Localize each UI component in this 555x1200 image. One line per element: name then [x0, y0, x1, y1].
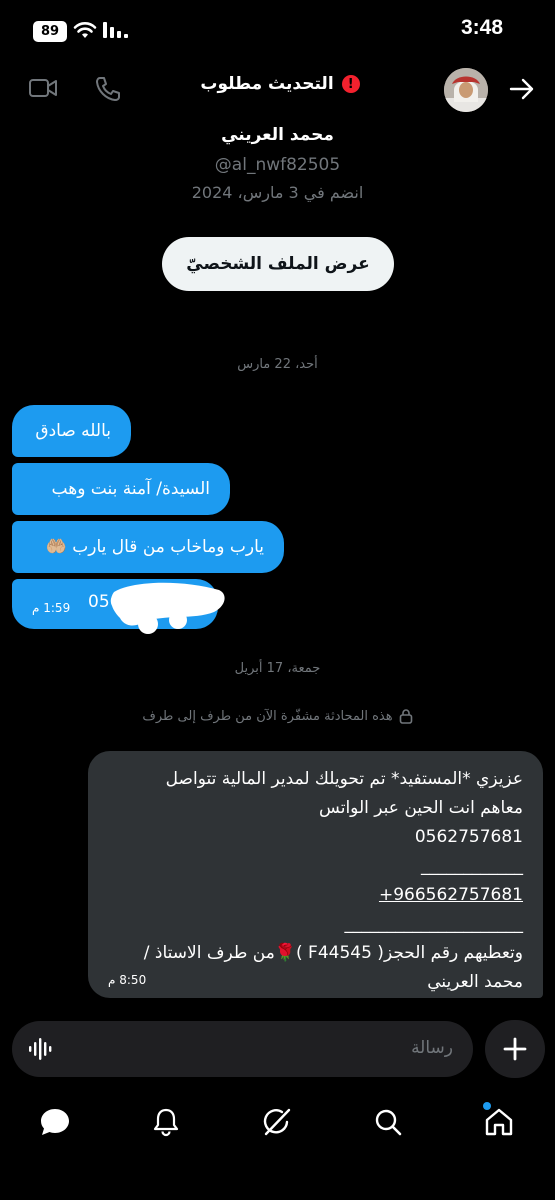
bell-icon [153, 1108, 179, 1137]
message-time: 1:59 م [32, 601, 71, 615]
add-attachment-button[interactable] [485, 1020, 545, 1078]
video-call-icon[interactable] [28, 76, 58, 100]
message-line: معاهم انت الحين عبر الواتس [319, 798, 523, 818]
encryption-notice: هذه المحادثة مشفّرة الآن من طرف إلى طرف [0, 708, 555, 724]
sent-message-bubble[interactable]: عزيزي *المستفيد* تم تحويلك لمدير المالية… [88, 751, 543, 998]
signal-icon [103, 22, 128, 38]
tab-search[interactable] [370, 1104, 406, 1140]
message-line: 0562757681 [414, 827, 523, 847]
profile-joined-date: انضم في 3 مارس، 2024 [191, 183, 364, 202]
redaction-mark [111, 582, 225, 634]
home-icon [485, 1108, 513, 1136]
view-profile-button[interactable]: عرض الملف الشخصيّ [162, 237, 394, 291]
message-bubble[interactable]: السيدة/ آمنة بنت وهب [12, 463, 230, 515]
date-separator: أحد، 22 مارس [237, 357, 318, 372]
message-link[interactable]: +966562757681 [103, 881, 523, 910]
avatar[interactable] [444, 68, 488, 112]
message-text: السيدة/ آمنة بنت وهب [51, 479, 210, 499]
search-icon [375, 1109, 402, 1136]
message-input-placeholder[interactable]: رسالة [411, 1038, 453, 1058]
message-bubble[interactable]: بالله صادق [12, 405, 131, 457]
tab-messages[interactable] [37, 1104, 73, 1140]
battery-indicator: 89 [33, 21, 67, 42]
tab-notifications[interactable] [148, 1104, 184, 1140]
notification-dot [483, 1102, 491, 1110]
message-line: عزيزي *المستفيد* تم تحويلك لمدير المالية… [165, 769, 523, 789]
message-composer[interactable]: رسالة [12, 1021, 473, 1077]
message-bubble[interactable]: يارب وماخاب من قال يارب 🤲🏼 [12, 521, 284, 573]
warning-icon: ! [341, 75, 360, 93]
voice-message-icon[interactable] [28, 1037, 54, 1061]
messages-icon [41, 1109, 69, 1135]
message-text: بالله صادق [35, 421, 111, 441]
plus-icon [503, 1037, 527, 1061]
phone-call-icon[interactable] [94, 75, 122, 103]
message-line: محمد العريني [427, 972, 523, 992]
message-line: ____________ [421, 856, 523, 876]
back-arrow-icon[interactable] [509, 77, 535, 101]
header-title: التحديث مطلوب [200, 74, 334, 94]
tab-grok[interactable] [259, 1104, 295, 1140]
message-text: يارب وماخاب من قال يارب 🤲🏼 [45, 537, 264, 557]
lock-icon [399, 709, 412, 724]
message-line: _____________________ [344, 914, 524, 934]
status-bar: 89 3:48 [0, 0, 555, 60]
conversation-header: ! التحديث مطلوب [0, 60, 555, 120]
profile-handle: @al_nwf82505 [214, 155, 341, 175]
clock: 3:48 [460, 16, 503, 39]
header-title-group: ! التحديث مطلوب [150, 74, 410, 94]
encryption-text: هذه المحادثة مشفّرة الآن من طرف إلى طرف [142, 708, 393, 724]
tab-home[interactable] [481, 1102, 517, 1140]
message-time: 8:50 م [108, 973, 147, 987]
profile-name: محمد العريني [221, 125, 334, 145]
wifi-icon [73, 22, 97, 38]
sent-message-text: عزيزي *المستفيد* تم تحويلك لمدير المالية… [103, 765, 523, 997]
date-separator: جمعة، 17 أبريل [234, 661, 321, 676]
message-line: وتعطيهم رقم الحجز( F44545 )🌹من طرف الاست… [143, 943, 523, 963]
bottom-tab-bar [0, 1090, 555, 1160]
grok-icon [263, 1108, 291, 1136]
